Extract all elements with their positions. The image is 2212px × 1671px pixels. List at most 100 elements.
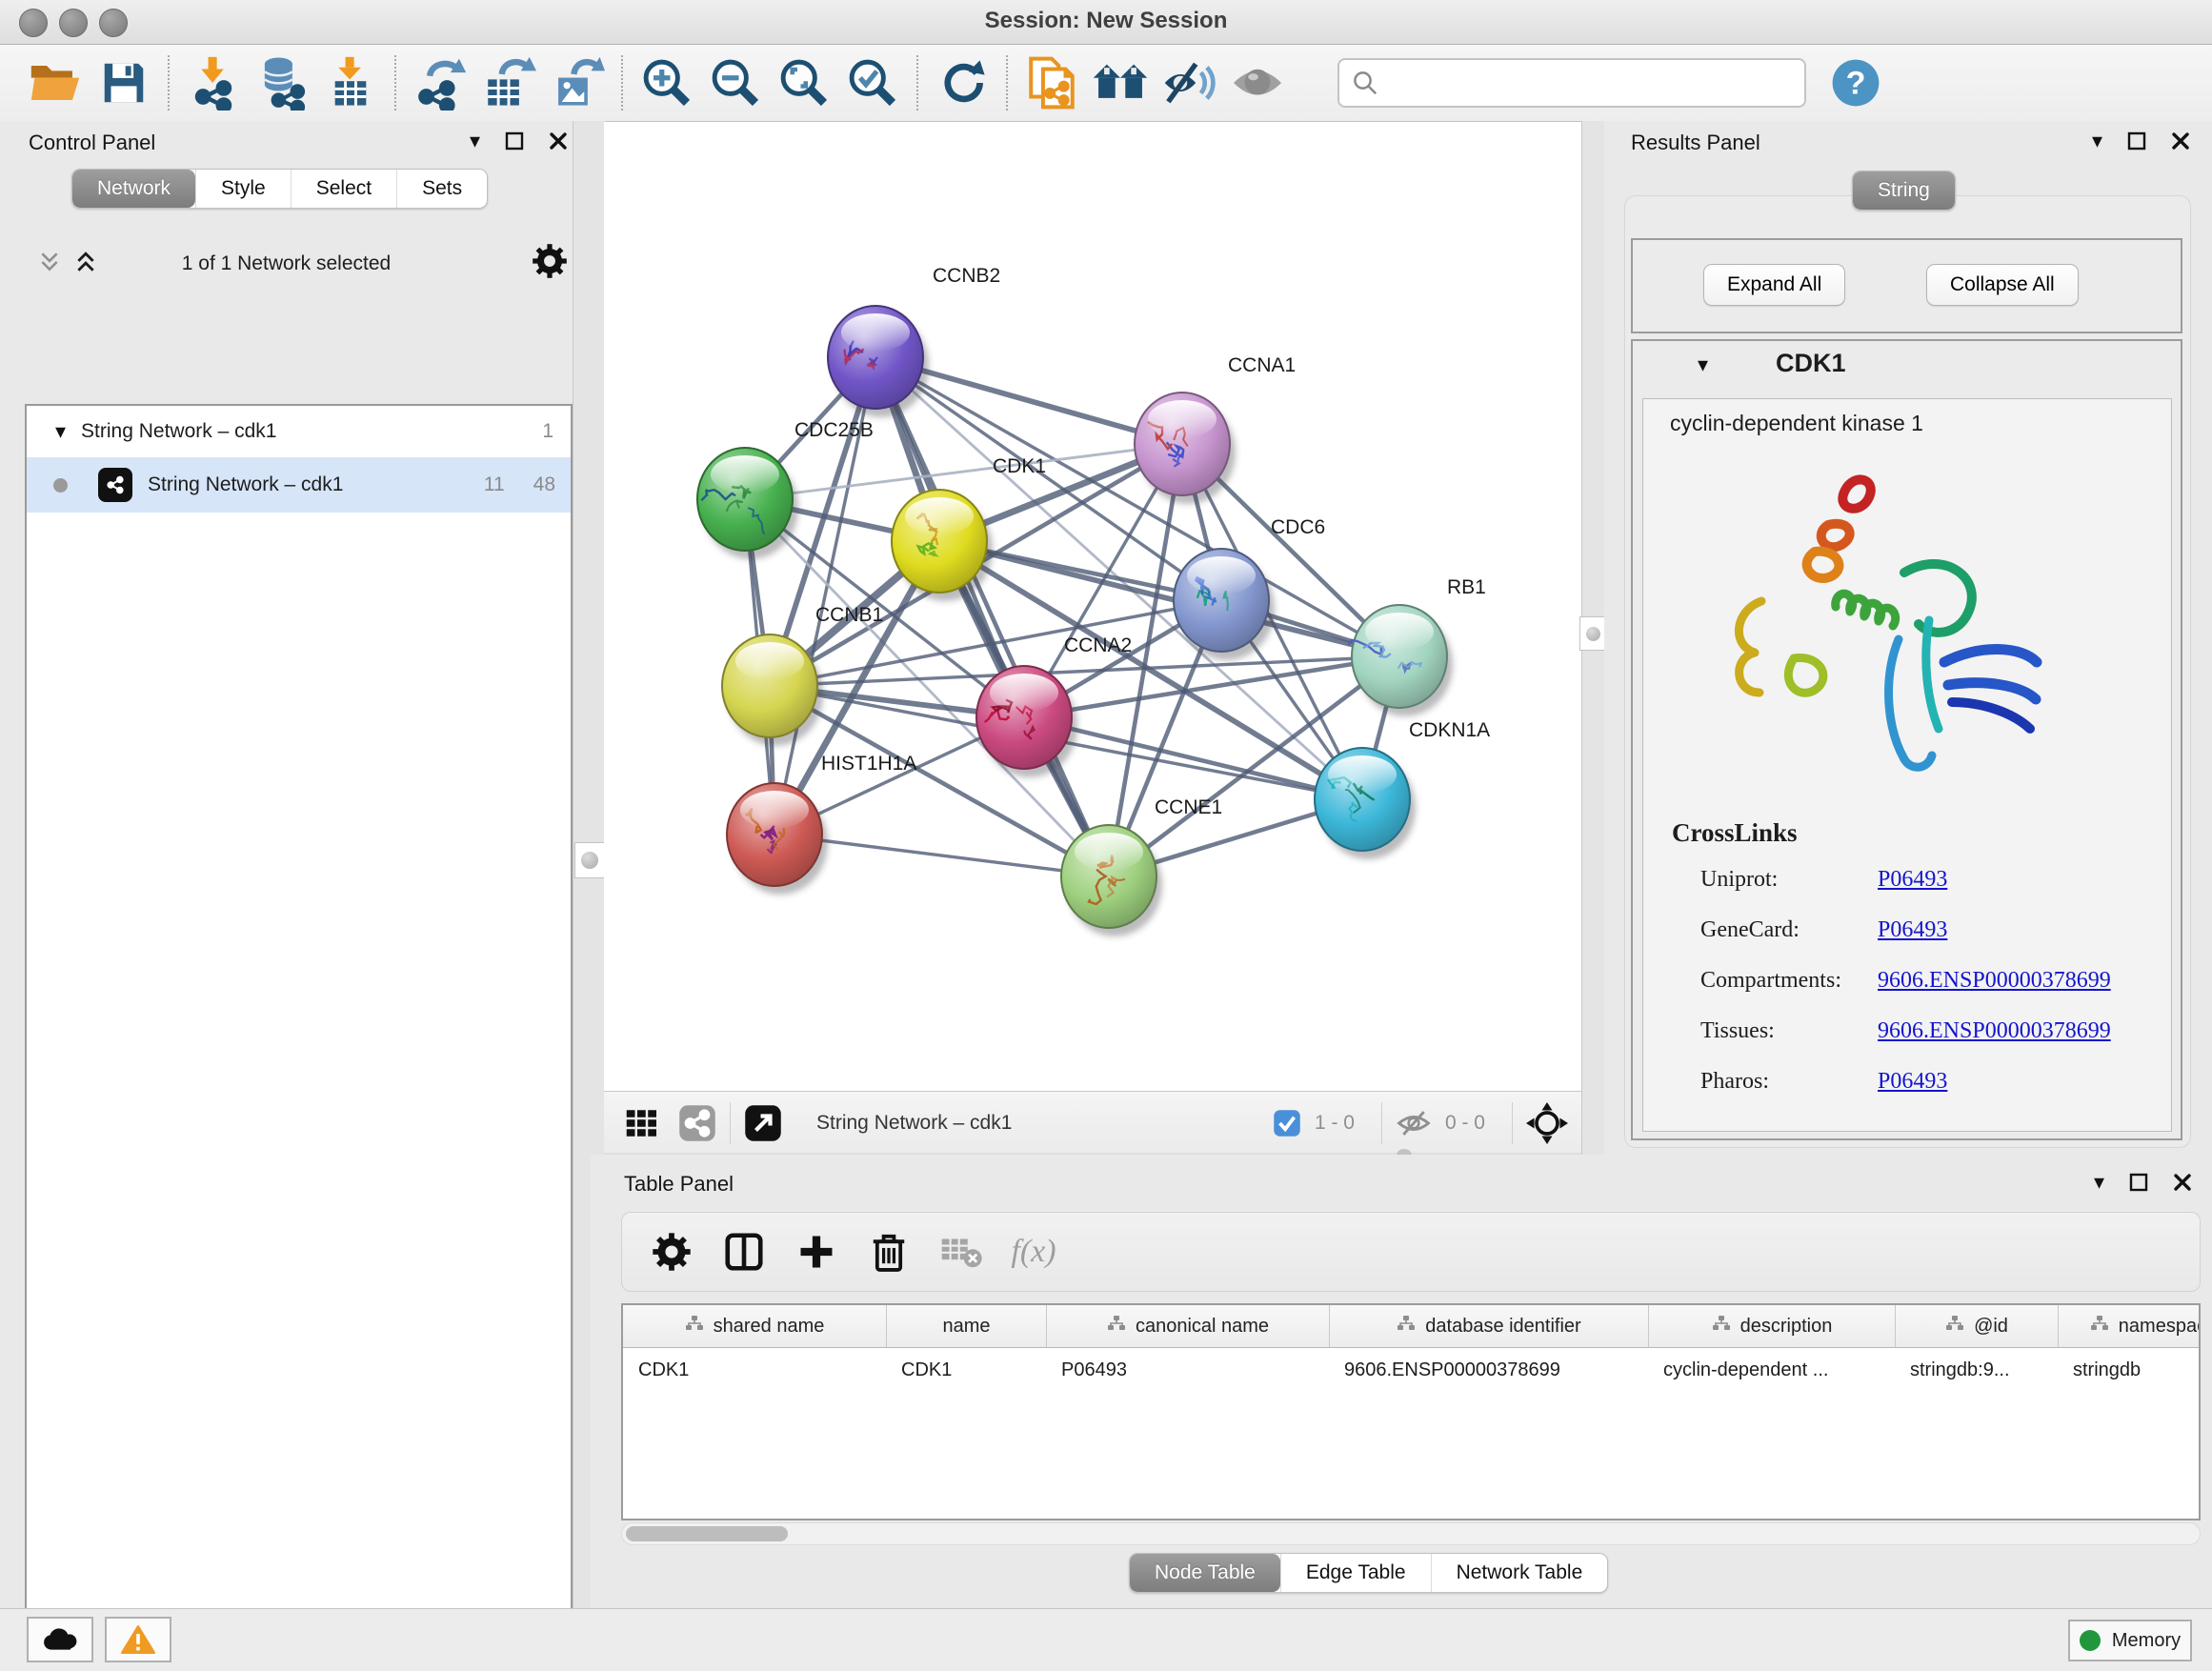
tab-select[interactable]: Select: [291, 170, 396, 208]
right-splitter-grip[interactable]: [1579, 616, 1606, 651]
node-CDKN1A[interactable]: CDKN1A: [1315, 719, 1490, 859]
expand-all-button[interactable]: Expand All: [1703, 264, 1845, 306]
panel-float-icon[interactable]: [2127, 131, 2146, 151]
help-icon[interactable]: ?: [1821, 51, 1890, 114]
zoom-selected-icon[interactable]: [838, 51, 907, 114]
column-header-canonical-name[interactable]: canonical name: [1046, 1305, 1329, 1347]
birdseye-view-icon[interactable]: [623, 1104, 661, 1142]
panel-float-icon[interactable]: [505, 131, 524, 151]
crosslink-row: Pharos:P06493: [1672, 1057, 2158, 1107]
open-session-icon[interactable]: [21, 51, 90, 114]
crosslink-link[interactable]: P06493: [1878, 905, 1947, 956]
toolbar-separator: [916, 55, 918, 111]
toolbar-search[interactable]: [1337, 58, 1806, 108]
string-copy-network-icon[interactable]: [1017, 51, 1086, 114]
open-in-new-window-icon[interactable]: [744, 1104, 782, 1142]
crosslink-link[interactable]: P06493: [1878, 855, 1947, 905]
panel-menu-icon[interactable]: ▾: [2092, 131, 2102, 151]
tab-network[interactable]: Network: [72, 170, 195, 208]
panel-close-icon[interactable]: [549, 131, 568, 151]
table-cell[interactable]: 9606.ENSP00000378699: [1329, 1359, 1648, 1381]
column-header-namespace[interactable]: namespace: [2058, 1305, 2201, 1347]
network-collection-row[interactable]: ▾ String Network – cdk1 1: [27, 406, 571, 457]
panel-close-icon[interactable]: [2171, 131, 2190, 151]
export-table-icon[interactable]: [474, 51, 543, 114]
node-CCNA1[interactable]: CCNA1: [1135, 354, 1296, 504]
memory-button[interactable]: Memory: [2068, 1620, 2192, 1661]
table-cell[interactable]: stringdb: [2058, 1359, 2201, 1381]
string-network-graph[interactable]: CCNB2CCNA1CDC25BCDK1CDC6RB1CCNB1CCNA2CDK…: [604, 122, 1581, 1091]
tab-style[interactable]: Style: [195, 170, 291, 208]
collection-count: 1: [542, 420, 553, 443]
import-table-file-icon[interactable]: [316, 51, 385, 114]
collapse-all-button[interactable]: Collapse All: [1926, 264, 2079, 306]
edge-CCNB2-CCNE1[interactable]: [875, 357, 1109, 876]
table-cell[interactable]: CDK1: [623, 1359, 886, 1381]
tab-sets[interactable]: Sets: [396, 170, 487, 208]
network-share-icon[interactable]: [678, 1104, 716, 1142]
node-RB1[interactable]: RB1: [1348, 576, 1486, 716]
node-CCNB2[interactable]: CCNB2: [828, 265, 1000, 417]
tab-node-table[interactable]: Node Table: [1130, 1554, 1280, 1592]
gene-expander-icon[interactable]: ▾: [1698, 354, 1708, 375]
panel-menu-icon[interactable]: ▾: [2094, 1172, 2104, 1193]
crosslink-label: Pharos:: [1672, 1057, 1878, 1107]
home-icon[interactable]: [1086, 51, 1155, 114]
network-options-gear-icon[interactable]: [532, 243, 568, 284]
panel-close-icon[interactable]: [2173, 1173, 2192, 1192]
column-header-database-identifier[interactable]: database identifier: [1329, 1305, 1648, 1347]
column-header-@id[interactable]: @id: [1895, 1305, 2058, 1347]
node-CCNE1[interactable]: CCNE1: [1061, 796, 1222, 936]
network-row[interactable]: String Network – cdk1 11 48: [27, 457, 571, 513]
table-cell[interactable]: CDK1: [886, 1359, 1046, 1381]
crosslink-link[interactable]: P06493: [1878, 1057, 1947, 1107]
cloud-status-button[interactable]: [27, 1617, 93, 1662]
node-CCNB1[interactable]: CCNB1: [722, 604, 883, 746]
export-network-icon[interactable]: [406, 51, 474, 114]
hide-results-panel-icon[interactable]: [1155, 51, 1223, 114]
selected-checkbox-icon[interactable]: [1273, 1109, 1301, 1137]
column-header-description[interactable]: description: [1648, 1305, 1895, 1347]
table-cell[interactable]: P06493: [1046, 1359, 1329, 1381]
import-network-database-icon[interactable]: [248, 51, 316, 114]
node-HIST1H1A[interactable]: HIST1H1A: [727, 753, 916, 895]
column-type-icon: [1712, 1315, 1731, 1338]
toolbar-separator: [168, 55, 170, 111]
zoom-out-icon[interactable]: [701, 51, 770, 114]
save-session-icon[interactable]: [90, 51, 158, 114]
left-splitter-grip[interactable]: [574, 842, 605, 878]
column-header-shared-name[interactable]: shared name: [623, 1305, 886, 1347]
network-name: String Network – cdk1: [148, 473, 343, 496]
collection-expander-icon[interactable]: ▾: [55, 421, 66, 442]
tab-edge-table[interactable]: Edge Table: [1280, 1554, 1431, 1592]
crosslink-label: Tissues:: [1672, 1006, 1878, 1057]
delete-column-icon[interactable]: [853, 1218, 925, 1285]
panel-menu-icon[interactable]: ▾: [470, 131, 480, 151]
crosslink-link[interactable]: 9606.ENSP00000378699: [1878, 956, 2111, 1006]
search-input[interactable]: [1379, 70, 1804, 95]
table-horizontal-scrollbar[interactable]: [621, 1522, 2201, 1545]
panel-float-icon[interactable]: [2129, 1173, 2148, 1192]
main-toolbar: ?: [0, 45, 2212, 122]
column-header-name[interactable]: name: [886, 1305, 1046, 1347]
zoom-in-icon[interactable]: [633, 51, 701, 114]
tab-network-table[interactable]: Network Table: [1431, 1554, 1608, 1592]
table-cell[interactable]: cyclin-dependent ...: [1648, 1359, 1895, 1381]
crosslink-link[interactable]: 9606.ENSP00000378699: [1878, 1006, 2111, 1057]
table-row[interactable]: CDK1CDK1P064939606.ENSP00000378699cyclin…: [623, 1348, 2199, 1392]
refresh-icon[interactable]: [928, 51, 996, 114]
network-canvas[interactable]: CCNB2CCNA1CDC25BCDK1CDC6RB1CCNB1CCNA2CDK…: [604, 122, 1581, 1091]
scrollbar-thumb[interactable]: [626, 1526, 788, 1541]
show-columns-icon[interactable]: [708, 1218, 780, 1285]
create-column-icon[interactable]: [780, 1218, 853, 1285]
warning-status-button[interactable]: [105, 1617, 171, 1662]
export-image-icon[interactable]: [543, 51, 612, 114]
tab-string[interactable]: String: [1853, 171, 1955, 210]
fit-selected-crosshair-icon[interactable]: [1526, 1102, 1568, 1144]
zoom-fit-icon[interactable]: [770, 51, 838, 114]
right-splitter[interactable]: [1581, 121, 1606, 1155]
import-network-file-icon[interactable]: [179, 51, 248, 114]
table-settings-gear-icon[interactable]: [635, 1218, 708, 1285]
table-cell[interactable]: stringdb:9...: [1895, 1359, 2058, 1381]
node-CDC6[interactable]: CDC6: [1174, 516, 1325, 660]
